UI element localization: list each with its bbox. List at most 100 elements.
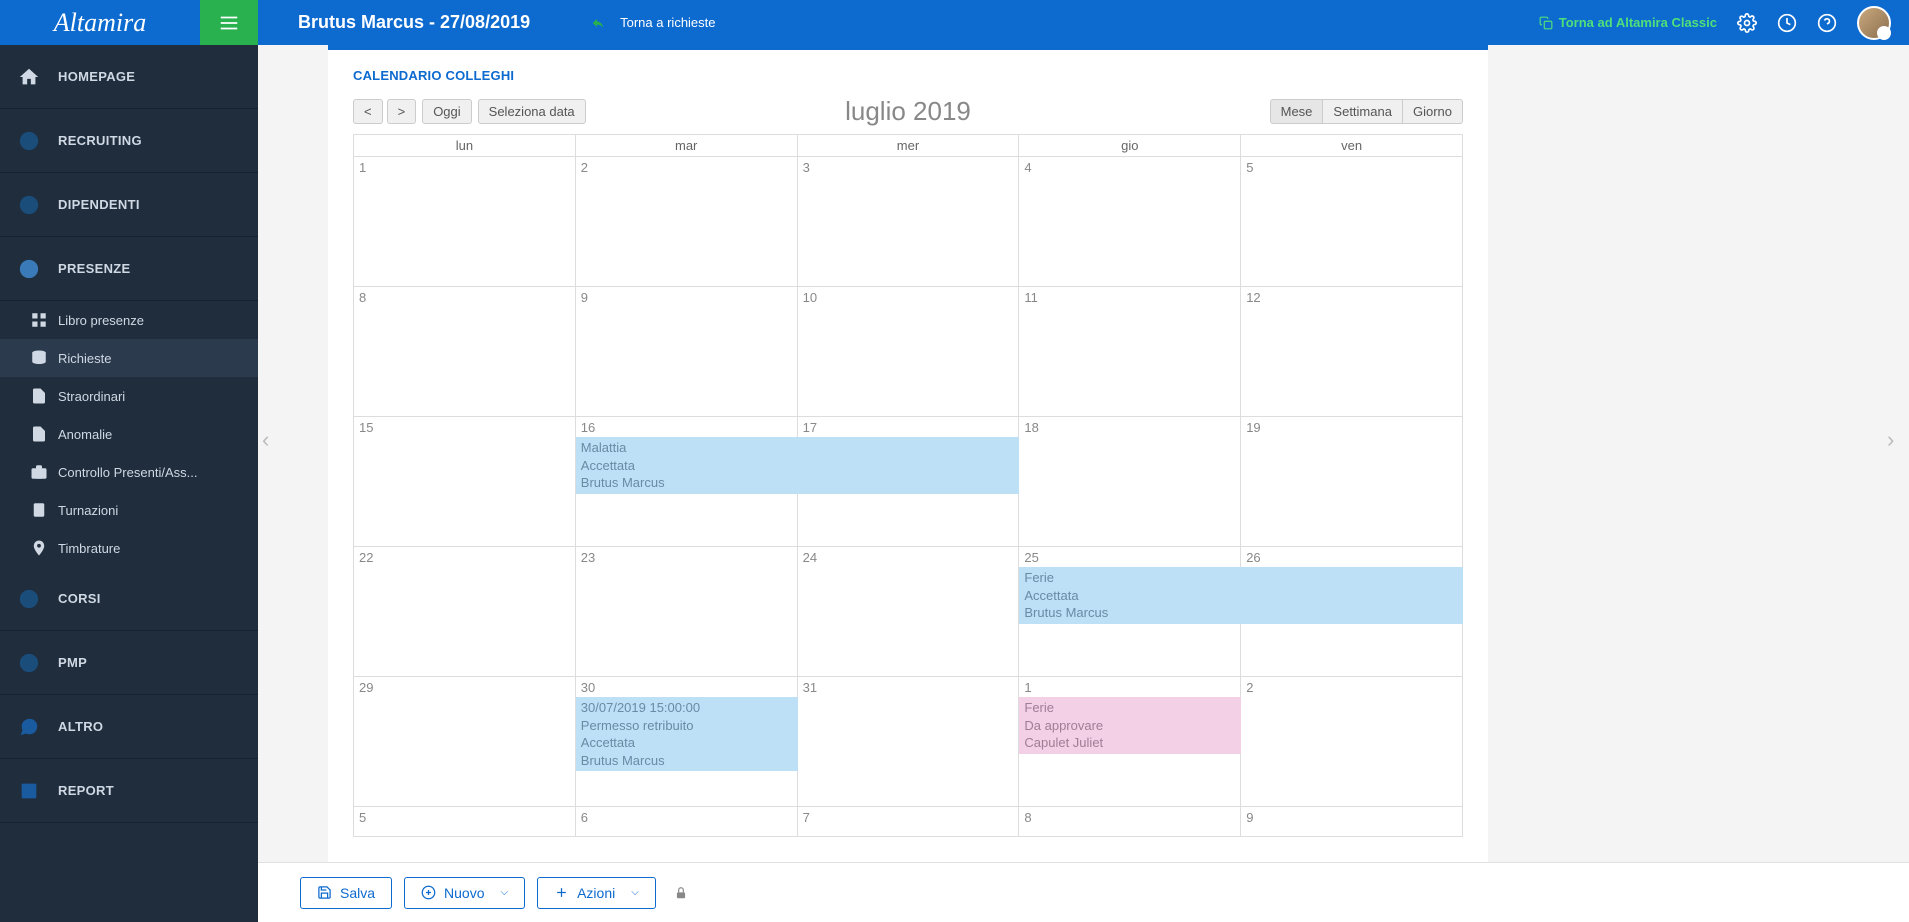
calendar-title: luglio 2019 bbox=[845, 96, 971, 127]
calendar-cell[interactable]: 1 bbox=[354, 156, 576, 286]
sidebar-item-report[interactable]: REPORT bbox=[0, 759, 258, 823]
back-link[interactable]: Torna a richieste bbox=[590, 15, 715, 30]
home-icon bbox=[18, 66, 40, 88]
menu-toggle[interactable] bbox=[200, 0, 258, 45]
sidebar-sub-turnazioni[interactable]: Turnazioni bbox=[0, 491, 258, 529]
sidebar: HOMEPAGE RECRUITING DIPENDENTI PRESENZE … bbox=[0, 45, 258, 922]
calendar-cell[interactable]: 29 bbox=[354, 676, 576, 806]
calendar-cell[interactable]: 23 bbox=[576, 546, 798, 676]
sidebar-item-homepage[interactable]: HOMEPAGE bbox=[0, 45, 258, 109]
day-header: mar bbox=[576, 135, 798, 156]
calendar-cell[interactable]: 4 bbox=[1019, 156, 1241, 286]
view-month[interactable]: Mese bbox=[1270, 99, 1324, 124]
sidebar-sub-straordinari[interactable]: Straordinari bbox=[0, 377, 258, 415]
pin-icon bbox=[30, 539, 48, 557]
file-icon bbox=[30, 387, 48, 405]
calendar-cell[interactable]: 3 bbox=[798, 156, 1020, 286]
sidebar-sub-richieste[interactable]: Richieste bbox=[0, 339, 258, 377]
reply-icon bbox=[590, 16, 606, 30]
calendar-cell[interactable]: 9 bbox=[1241, 806, 1463, 836]
main: CALENDARIO COLLEGHI < > Oggi Seleziona d… bbox=[258, 45, 1909, 922]
clock-icon[interactable] bbox=[1777, 13, 1797, 33]
calendar-cell[interactable]: 18 bbox=[1019, 416, 1241, 546]
sidebar-item-label: CORSI bbox=[58, 591, 101, 606]
cal-next[interactable]: > bbox=[387, 99, 417, 124]
calendar-cell[interactable]: 19 bbox=[1241, 416, 1463, 546]
calendar-cell[interactable]: 22 bbox=[354, 546, 576, 676]
classic-link[interactable]: Torna ad Altamira Classic bbox=[1539, 15, 1717, 30]
sidebar-sub-controllo[interactable]: Controllo Presenti/Ass... bbox=[0, 453, 258, 491]
event-permesso[interactable]: 30/07/2019 15:00:00 Permesso retribuito … bbox=[576, 697, 798, 771]
plus-icon bbox=[554, 885, 569, 900]
sidebar-item-corsi[interactable]: CORSI bbox=[0, 567, 258, 631]
calendar-cell[interactable]: 10 bbox=[798, 286, 1020, 416]
globe-icon bbox=[18, 194, 40, 216]
event-ferie[interactable]: Ferie Accettata Brutus Marcus bbox=[1019, 567, 1463, 624]
calendar-cell[interactable]: 8 bbox=[1019, 806, 1241, 836]
sidebar-sub-label: Straordinari bbox=[58, 389, 125, 404]
actions-label: Azioni bbox=[577, 885, 615, 901]
classic-link-label: Torna ad Altamira Classic bbox=[1559, 15, 1717, 30]
new-label: Nuovo bbox=[444, 885, 484, 901]
panel-next[interactable]: › bbox=[1887, 420, 1907, 460]
sidebar-item-label: HOMEPAGE bbox=[58, 69, 135, 84]
cal-today[interactable]: Oggi bbox=[422, 99, 471, 124]
sidebar-sub-label: Timbrature bbox=[58, 541, 120, 556]
calendar-cell[interactable]: 2 bbox=[576, 156, 798, 286]
back-link-label: Torna a richieste bbox=[620, 15, 715, 30]
calendar-cell[interactable]: 2 bbox=[1241, 676, 1463, 806]
section-title: CALENDARIO COLLEGHI bbox=[353, 68, 1463, 83]
help-icon[interactable] bbox=[1817, 13, 1837, 33]
view-day[interactable]: Giorno bbox=[1402, 99, 1463, 124]
calendar-cell[interactable]: 5 bbox=[1241, 156, 1463, 286]
calendar-cell[interactable]: 8 bbox=[354, 286, 576, 416]
sidebar-sub-libro[interactable]: Libro presenze bbox=[0, 301, 258, 339]
logo[interactable]: Altamira bbox=[0, 0, 200, 45]
calendar-cell[interactable]: 11 bbox=[1019, 286, 1241, 416]
grid-icon bbox=[30, 311, 48, 329]
calendar-cell[interactable]: 6 bbox=[576, 806, 798, 836]
hamburger-icon bbox=[218, 12, 240, 34]
sidebar-item-label: DIPENDENTI bbox=[58, 197, 140, 212]
day-header: mer bbox=[798, 135, 1020, 156]
view-week[interactable]: Settimana bbox=[1322, 99, 1403, 124]
calendar-cell[interactable]: 31 bbox=[798, 676, 1020, 806]
panel-prev[interactable]: ‹ bbox=[262, 420, 282, 460]
calendar-cell[interactable]: 7 bbox=[798, 806, 1020, 836]
sidebar-item-presenze[interactable]: PRESENZE bbox=[0, 237, 258, 301]
sidebar-sub-label: Turnazioni bbox=[58, 503, 118, 518]
day-header: ven bbox=[1241, 135, 1463, 156]
sidebar-item-pmp[interactable]: PMP bbox=[0, 631, 258, 695]
calendar-cell[interactable]: 24 bbox=[798, 546, 1020, 676]
sidebar-sub-label: Controllo Presenti/Ass... bbox=[58, 465, 197, 480]
sidebar-sub-anomalie[interactable]: Anomalie bbox=[0, 415, 258, 453]
calendar-cell[interactable]: 5 bbox=[354, 806, 576, 836]
actions-button[interactable]: Azioni bbox=[537, 877, 656, 909]
new-button[interactable]: Nuovo bbox=[404, 877, 525, 909]
chat-icon bbox=[18, 716, 40, 738]
day-header: lun bbox=[354, 135, 576, 156]
sidebar-item-altro[interactable]: ALTRO bbox=[0, 695, 258, 759]
avatar[interactable] bbox=[1857, 6, 1891, 40]
calendar-cell[interactable]: 15 bbox=[354, 416, 576, 546]
action-bar: Salva Nuovo Azioni bbox=[258, 862, 1909, 922]
sidebar-sub-label: Libro presenze bbox=[58, 313, 144, 328]
clipboard-icon bbox=[30, 501, 48, 519]
save-label: Salva bbox=[340, 885, 375, 901]
event-malattia[interactable]: Malattia Accettata Brutus Marcus bbox=[576, 437, 1020, 494]
lock-icon bbox=[674, 885, 688, 901]
save-button[interactable]: Salva bbox=[300, 877, 392, 909]
cal-prev[interactable]: < bbox=[353, 99, 383, 124]
calendar-cell[interactable]: 12 bbox=[1241, 286, 1463, 416]
sidebar-item-dipendenti[interactable]: DIPENDENTI bbox=[0, 173, 258, 237]
gear-icon[interactable] bbox=[1737, 13, 1757, 33]
sidebar-item-label: RECRUITING bbox=[58, 133, 142, 148]
event-ferie-pending[interactable]: Ferie Da approvare Capulet Juliet bbox=[1019, 697, 1241, 754]
sidebar-item-label: REPORT bbox=[58, 783, 114, 798]
sidebar-sub-timbrature[interactable]: Timbrature bbox=[0, 529, 258, 567]
sidebar-item-recruiting[interactable]: RECRUITING bbox=[0, 109, 258, 173]
sidebar-item-label: PRESENZE bbox=[58, 261, 130, 276]
cal-pick-date[interactable]: Seleziona data bbox=[478, 99, 586, 124]
calendar-cell[interactable]: 9 bbox=[576, 286, 798, 416]
sidebar-item-label: ALTRO bbox=[58, 719, 103, 734]
